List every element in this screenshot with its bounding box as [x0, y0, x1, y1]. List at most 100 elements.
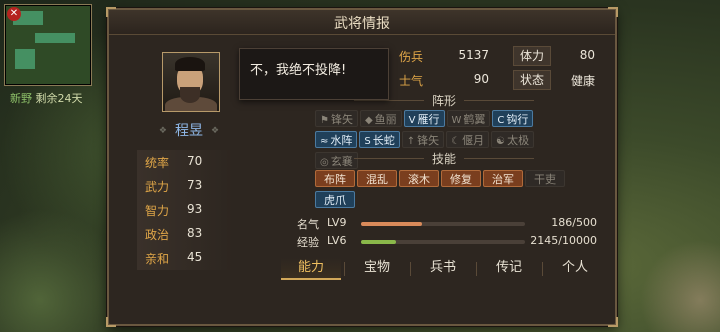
stat-label: 统率 — [145, 156, 170, 170]
attribute-value: 90 — [473, 72, 489, 86]
formation-label: 鱼丽 — [374, 113, 397, 126]
attribute-label: 士气 — [399, 74, 424, 88]
speech-bubble: 不，我绝不投降! — [239, 48, 389, 100]
stat-label: 智力 — [145, 204, 170, 218]
formation-chip[interactable]: ◆ 鱼丽 — [359, 110, 402, 127]
fame-row: 名气 LV9 186/500 — [297, 216, 597, 232]
general-info-panel: 武将情报 程昱 不，我绝不投降! 统率 70 武力 73 智力 93 政治 83 亲和 45 伤兵… — [106, 7, 618, 327]
panel-title: 武将情报 — [334, 16, 390, 32]
exp-label: 经验 — [297, 236, 319, 249]
exp-value: 2145/10000 — [530, 234, 597, 247]
tab-4[interactable]: 个人 — [545, 258, 605, 278]
stat-value: 45 — [187, 250, 203, 264]
stat-value: 83 — [187, 226, 203, 240]
exp-row: 经验 LV6 2145/10000 — [297, 234, 597, 250]
formation-chip[interactable]: C 钩行 — [492, 110, 534, 127]
skill-chip[interactable]: 滚木 — [399, 170, 439, 187]
close-icon[interactable]: ✕ — [7, 7, 21, 21]
panel-corner — [106, 317, 116, 327]
formation-icon: S — [364, 136, 371, 147]
formation-chip[interactable]: ☾ 偃月 — [446, 131, 490, 148]
skill-chip[interactable]: 混乱 — [357, 170, 397, 187]
fame-value: 186/500 — [551, 216, 597, 229]
tab-separator — [410, 262, 411, 276]
tab-3[interactable]: 传记 — [479, 258, 539, 278]
attribute-value: 健康 — [570, 74, 595, 88]
stat-row: 统率 70 — [137, 150, 233, 174]
stat-value: 93 — [187, 202, 203, 216]
formation-icon: ↑ — [406, 136, 416, 147]
fame-level: LV9 — [327, 216, 347, 229]
portrait-hair — [175, 57, 205, 71]
attribute-row: 士气 90 状态 健康 — [399, 68, 609, 92]
skills-title-text: 技能 — [431, 152, 456, 166]
hero-portrait[interactable] — [162, 52, 220, 112]
attribute-label: 状态 — [513, 70, 551, 90]
formation-label: 雁行 — [417, 113, 440, 126]
stat-label: 武力 — [145, 180, 170, 194]
attribute-label: 伤兵 — [399, 50, 424, 64]
formation-chip[interactable]: W 鹤翼 — [446, 110, 491, 127]
portrait-beard — [180, 87, 200, 103]
tab-separator — [476, 262, 477, 276]
stat-value: 73 — [187, 178, 203, 192]
stat-row: 政治 83 — [137, 222, 233, 246]
formation-chip[interactable]: S 长蛇 — [359, 131, 400, 148]
minimap-terrain — [35, 33, 75, 43]
attribute-value: 80 — [579, 48, 595, 62]
days-remaining: 剩余24天 — [35, 92, 83, 105]
formation-chip[interactable]: ⚑ 锋矢 — [315, 110, 358, 127]
formation-label: 钩行 — [506, 113, 529, 126]
formation-label: 偃月 — [462, 134, 485, 147]
tab-0[interactable]: 能力 — [281, 258, 341, 280]
stat-row: 亲和 45 — [137, 246, 233, 270]
skill-chip[interactable]: 治军 — [483, 170, 523, 187]
hero-name-text: 程昱 — [175, 123, 203, 139]
map-status: 新野 剩余24天 — [10, 90, 83, 106]
panel-corner — [608, 317, 618, 327]
skill-chip[interactable]: 修复 — [441, 170, 481, 187]
hero-name: 程昱 — [144, 120, 234, 140]
skills-list: 布阵 混乱 滚木 修复 治军 干吏虎爪 — [315, 168, 573, 210]
formation-icon: ☯ — [496, 136, 506, 147]
formation-label: 太极 — [507, 134, 530, 147]
panel-title-bar: 武将情报 — [109, 10, 615, 35]
formation-icon: V — [408, 115, 416, 126]
tab-2[interactable]: 兵书 — [413, 258, 473, 278]
formation-icon: ◆ — [364, 115, 373, 126]
tab-separator — [344, 262, 345, 276]
skills-title: 技能 — [315, 150, 573, 167]
formation-icon: W — [451, 115, 462, 126]
formation-icon: ⚑ — [320, 115, 329, 126]
tab-separator — [542, 262, 543, 276]
formation-icon: C — [497, 115, 505, 126]
formation-title-text: 阵形 — [431, 94, 456, 108]
formation-chip[interactable]: ↑ 锋矢 — [401, 131, 445, 148]
formation-icon: ≈ — [320, 136, 329, 147]
city-name: 新野 — [10, 92, 32, 105]
stat-value: 70 — [187, 154, 203, 168]
formation-chip[interactable]: ≈ 水阵 — [315, 131, 358, 148]
minimap[interactable]: ✕ — [4, 4, 92, 86]
minimap-terrain — [15, 49, 35, 69]
exp-bar — [361, 240, 525, 244]
stat-row: 武力 73 — [137, 174, 233, 198]
formation-chip[interactable]: ☯ 太极 — [491, 131, 535, 148]
formation-label: 锋矢 — [330, 113, 353, 126]
formation-label: 鹤翼 — [463, 113, 486, 126]
tab-1[interactable]: 宝物 — [347, 258, 407, 278]
formation-label: 水阵 — [330, 134, 353, 147]
attribute-grid: 伤兵 5137 体力 80 士气 90 状态 健康 — [399, 44, 609, 92]
skill-chip[interactable]: 虎爪 — [315, 191, 355, 208]
fame-label: 名气 — [297, 218, 319, 231]
formation-label: 长蛇 — [372, 134, 395, 147]
fame-bar-fill — [361, 222, 422, 226]
formation-chip[interactable]: V 雁行 — [403, 110, 445, 127]
exp-level: LV6 — [327, 234, 347, 247]
stat-label: 政治 — [145, 228, 170, 242]
skill-chip[interactable]: 干吏 — [525, 170, 565, 187]
attribute-label: 体力 — [513, 46, 551, 66]
exp-bar-fill — [361, 240, 397, 244]
skill-chip[interactable]: 布阵 — [315, 170, 355, 187]
stat-row: 智力 93 — [137, 198, 233, 222]
